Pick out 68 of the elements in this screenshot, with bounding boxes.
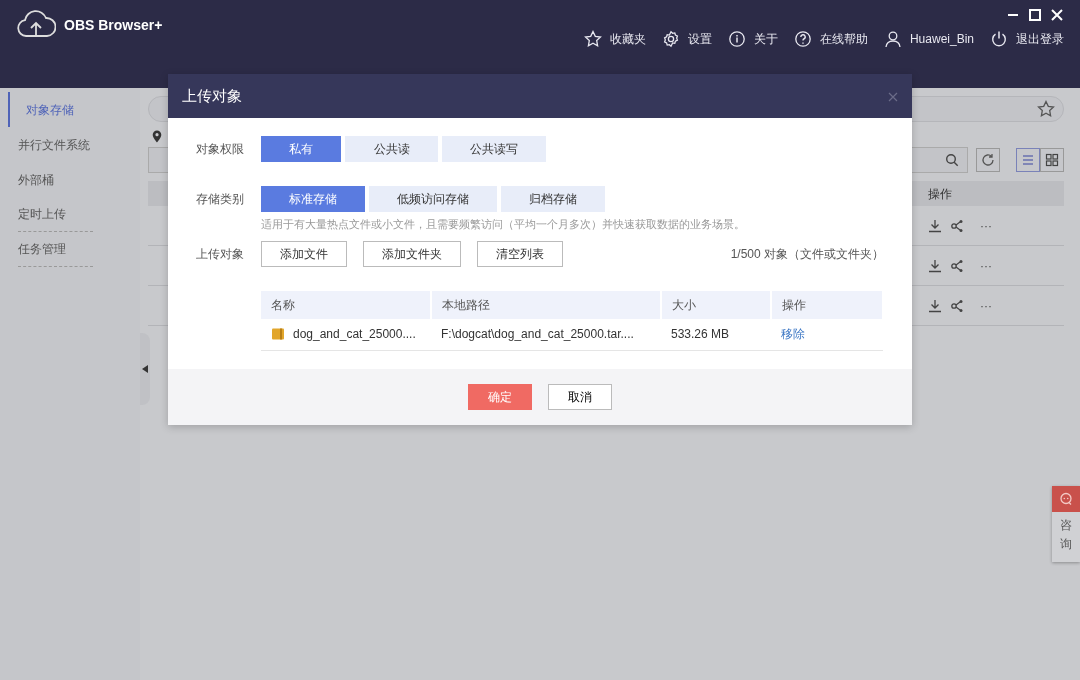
location-pin-icon [152, 130, 162, 143]
chat-icon [1059, 492, 1073, 506]
power-icon [990, 30, 1008, 48]
grid-icon [1045, 153, 1059, 167]
segment-option[interactable]: 私有 [261, 136, 341, 162]
cancel-button[interactable]: 取消 [548, 384, 612, 410]
dialog-title: 上传对象 [182, 85, 242, 106]
sidebar-item[interactable]: 任务管理 [18, 232, 93, 267]
grid-view-button[interactable] [1040, 148, 1064, 172]
close-icon [1050, 8, 1064, 22]
field-label: 存储类别 [196, 191, 245, 208]
segment-option[interactable]: 低频访问存储 [369, 186, 497, 212]
sidebar-item[interactable]: 并行文件系统 [0, 127, 140, 162]
column-header: 操作 [928, 185, 952, 203]
toolbar-button[interactable]: 收藏夹 [583, 30, 646, 48]
file-name: dog_and_cat_25000.... [293, 326, 416, 344]
action-button[interactable]: 清空列表 [477, 240, 563, 267]
search-icon [945, 153, 959, 167]
more-button[interactable]: ··· [980, 256, 992, 275]
toolbar-button[interactable]: 退出登录 [990, 30, 1064, 48]
download-icon [928, 298, 942, 313]
segment-option[interactable]: 标准存储 [261, 186, 365, 212]
app-title: OBS Browser+ [64, 15, 163, 35]
file-size: 533.26 MB [661, 318, 771, 351]
download-icon [928, 258, 942, 273]
close-icon [888, 91, 898, 102]
action-button[interactable]: 添加文件夹 [363, 240, 461, 267]
action-button[interactable]: 添加文件 [261, 240, 347, 267]
share-icon [950, 298, 964, 313]
collapse-handle[interactable] [140, 333, 150, 405]
column-header: 操作 [771, 290, 883, 319]
object-count: 1/500 对象（文件或文件夹） [730, 245, 884, 263]
settings-icon [661, 30, 680, 48]
toolbar-button[interactable]: 在线帮助 [793, 30, 868, 48]
sidebar-item[interactable]: 定时上传 [18, 197, 93, 232]
share-icon [950, 258, 964, 273]
caret-icon [142, 365, 148, 373]
field-label: 上传对象 [196, 245, 245, 263]
refresh-icon [981, 153, 995, 167]
column-header: 本地路径 [431, 290, 661, 319]
sidebar-item[interactable]: 外部桶 [0, 162, 140, 197]
info-icon [727, 30, 746, 48]
column-header: 大小 [661, 290, 771, 319]
refresh-button[interactable] [976, 148, 1000, 172]
segment-option[interactable]: 公共读写 [442, 136, 546, 162]
file-icon [271, 327, 285, 342]
help-icon [793, 30, 812, 48]
file-path: F:\dogcat\dog_and_cat_25000.tar.... [431, 318, 661, 351]
consult-label: 咨询 [1060, 517, 1072, 554]
more-button[interactable]: ··· [980, 216, 992, 235]
user-icon [883, 30, 902, 48]
column-header: 名称 [261, 290, 431, 319]
more-button[interactable]: ··· [980, 296, 992, 315]
list-icon [1021, 153, 1035, 167]
star-icon [583, 30, 602, 48]
segment-option[interactable]: 公共读 [345, 136, 438, 162]
segment-option[interactable]: 归档存储 [501, 186, 605, 212]
toolbar-button[interactable]: 关于 [727, 30, 778, 48]
remove-link[interactable]: 移除 [781, 325, 805, 344]
field-label: 对象权限 [196, 141, 245, 158]
toolbar-button[interactable]: 设置 [661, 30, 712, 48]
star-icon [1037, 100, 1055, 118]
consult-tab[interactable]: 咨询 [1052, 486, 1080, 563]
maximize-icon [1028, 8, 1042, 22]
share-icon [950, 218, 964, 233]
hint-text: 适用于有大量热点文件或小文件，且需要频繁访问（平均一个月多次）并快速获取数据的业务场景。 [261, 217, 746, 232]
download-icon [928, 218, 942, 233]
toolbar-button[interactable]: Huawei_Bin [883, 30, 974, 48]
